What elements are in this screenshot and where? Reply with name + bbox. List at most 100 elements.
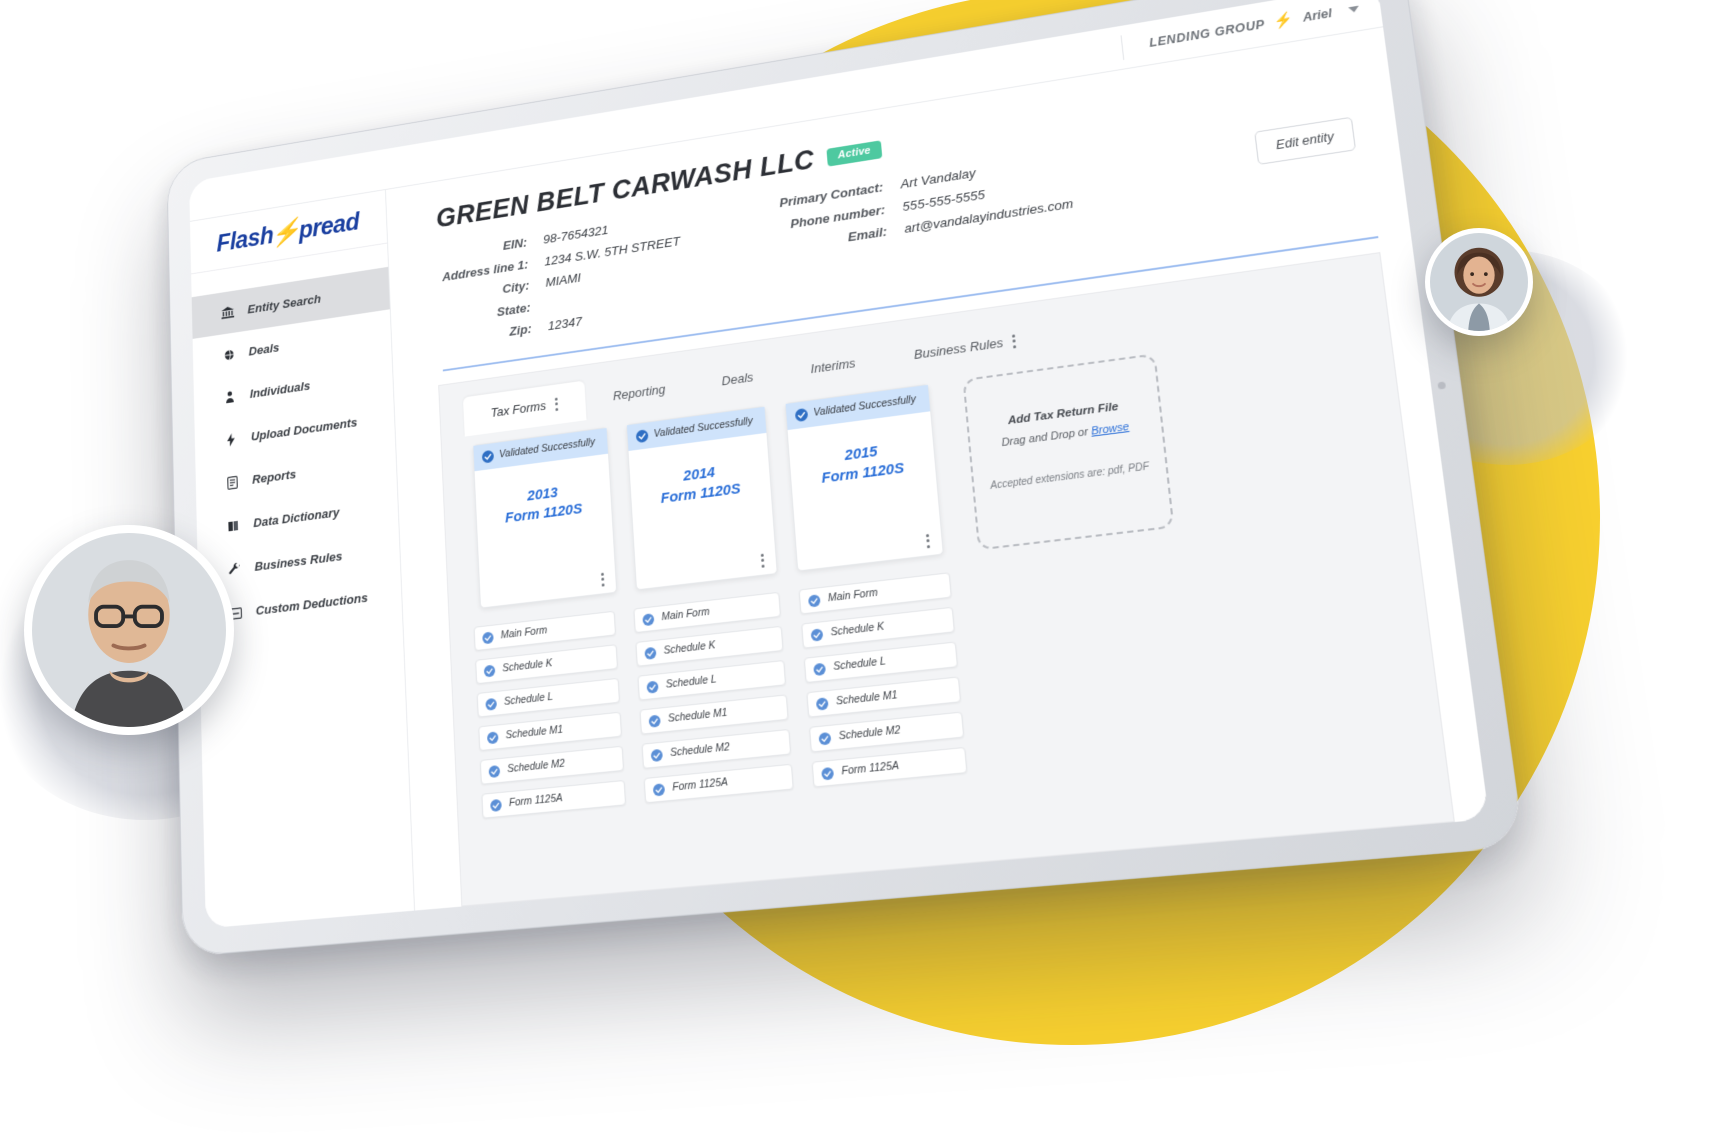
sidebar-item-label: Custom Deductions <box>255 590 369 618</box>
schedule-label: Schedule K <box>663 639 716 658</box>
check-circle-icon <box>481 449 495 464</box>
schedule-label: Schedule K <box>830 620 885 639</box>
schedule-label: Form 1125A <box>672 776 729 794</box>
user-name[interactable]: Ariel <box>1302 6 1333 24</box>
lending-group-label: LENDING GROUP <box>1148 16 1266 50</box>
check-circle-icon <box>488 764 501 778</box>
check-circle-icon <box>485 697 498 711</box>
kebab-menu-icon[interactable] <box>600 572 605 587</box>
logo-text-left: Flash <box>216 221 274 258</box>
check-circle-icon <box>818 731 832 746</box>
schedule-chip[interactable]: Schedule M1 <box>639 694 789 735</box>
check-circle-icon <box>815 696 830 711</box>
schedule-column: Main Form Schedule K Schedule L Schedule… <box>473 610 627 819</box>
avatar-photo-woman <box>1430 233 1528 331</box>
globe-icon <box>221 348 236 361</box>
schedule-label: Schedule M1 <box>835 689 898 708</box>
tax-return-card[interactable]: Validated Successfully 2015 Form 1120S <box>784 383 944 572</box>
file-dropzone[interactable]: Add Tax Return File Drag and Drop or Bro… <box>962 353 1175 551</box>
schedule-chip[interactable]: Schedule M2 <box>641 728 792 769</box>
schedule-chip[interactable]: Form 1125A <box>643 763 794 804</box>
sidebar-item-label: Deals <box>248 340 280 359</box>
dropzone-title: Add Tax Return File <box>1007 400 1119 427</box>
tablet-screen: LENDING GROUP ⚡ Ariel Flash⚡pread Entity… <box>189 0 1490 929</box>
sidebar-item-label: Individuals <box>249 378 311 401</box>
schedule-label: Main Form <box>827 586 879 605</box>
schedule-label: Schedule L <box>503 691 554 709</box>
sidebar: Flash⚡pread Entity Search Deals Individu… <box>189 189 416 929</box>
schedule-chip[interactable]: Form 1125A <box>481 779 627 819</box>
tax-return-card[interactable]: Validated Successfully 2013 Form 1120S <box>472 426 618 609</box>
tab-business-rules[interactable]: Business Rules <box>883 316 1048 379</box>
status-label: Validated Successfully <box>813 393 917 420</box>
check-circle-icon <box>646 679 659 694</box>
schedule-chip[interactable]: Schedule L <box>803 641 958 683</box>
kebab-menu-icon[interactable] <box>925 533 931 549</box>
tax-return-card[interactable]: Validated Successfully 2014 Form 1120S <box>625 405 778 591</box>
schedule-chip[interactable]: Schedule M1 <box>478 711 622 751</box>
check-circle-icon <box>794 407 809 422</box>
schedule-chip[interactable]: Main Form <box>798 572 952 615</box>
schedule-chip[interactable]: Schedule M2 <box>809 711 965 753</box>
avatar <box>1425 228 1533 336</box>
check-circle-icon <box>821 766 835 781</box>
status-badge: Active <box>826 140 882 167</box>
sidebar-item-label: Data Dictionary <box>253 504 340 530</box>
avatar-photo-man <box>32 533 226 727</box>
check-circle-icon <box>652 782 666 797</box>
schedule-label: Form 1125A <box>508 792 563 810</box>
schedule-chip[interactable]: Main Form <box>633 591 781 633</box>
schedule-chip[interactable]: Schedule M2 <box>479 745 624 785</box>
check-circle-icon <box>635 428 649 444</box>
schedule-column: Main Form Schedule K Schedule L Schedule… <box>798 572 968 788</box>
edit-entity-button[interactable]: Edit entity <box>1254 116 1357 165</box>
check-circle-icon <box>644 645 657 660</box>
check-circle-icon <box>813 661 827 676</box>
tablet-bezel: LENDING GROUP ⚡ Ariel Flash⚡pread Entity… <box>166 0 1525 958</box>
bolt-icon <box>224 432 239 447</box>
kebab-menu-icon[interactable] <box>554 397 559 411</box>
kebab-menu-icon[interactable] <box>760 553 765 568</box>
sidebar-item-label: Upload Documents <box>250 415 358 444</box>
person-icon <box>223 389 238 404</box>
screenshot-root: LENDING GROUP ⚡ Ariel Flash⚡pread Entity… <box>0 0 1730 1148</box>
schedule-chip[interactable]: Schedule K <box>635 625 784 667</box>
schedule-chip[interactable]: Schedule K <box>475 643 618 685</box>
schedule-label: Schedule L <box>832 655 887 674</box>
schedule-chip[interactable]: Schedule L <box>637 659 787 701</box>
tab-interims[interactable]: Interims <box>780 339 886 394</box>
sidebar-item-label: Business Rules <box>254 548 343 574</box>
check-circle-icon <box>648 713 661 728</box>
kebab-menu-icon[interactable] <box>1012 334 1017 349</box>
schedule-label: Form 1125A <box>841 759 900 778</box>
sidebar-item-label: Entity Search <box>247 291 322 317</box>
card-form-type: Form 1120S <box>660 480 742 507</box>
tablet-camera-icon <box>1437 381 1447 390</box>
check-circle-icon <box>486 730 500 745</box>
schedule-chip[interactable]: Form 1125A <box>811 746 968 788</box>
check-circle-icon <box>490 798 503 812</box>
chevron-down-icon[interactable] <box>1348 5 1360 13</box>
schedule-label: Schedule K <box>502 657 553 675</box>
sidebar-item-label: Reports <box>251 466 297 487</box>
schedule-chip[interactable]: Schedule K <box>801 606 955 649</box>
tablet-mockup: LENDING GROUP ⚡ Ariel Flash⚡pread Entity… <box>110 0 1525 958</box>
avatar <box>24 525 234 735</box>
tab-label: Business Rules <box>913 335 1004 363</box>
card-form-type: Form 1120S <box>504 500 583 527</box>
schedule-chip[interactable]: Main Form <box>473 610 616 651</box>
dropzone-extensions: Accepted extensions are: pdf, PDF <box>989 461 1150 492</box>
browse-link[interactable]: Browse <box>1091 421 1130 438</box>
book-icon <box>226 519 241 532</box>
check-circle-icon <box>642 612 655 627</box>
wrench-icon <box>227 562 242 576</box>
schedule-label: Schedule M2 <box>507 757 566 776</box>
schedule-chip[interactable]: Schedule M1 <box>806 676 962 718</box>
entity-details-left: EIN: 98-7654321 Address line 1: 1234 S.W… <box>441 210 685 351</box>
tax-return-cards: Validated Successfully 2013 Form 1120S V… <box>442 312 1412 612</box>
schedule-label: Main Form <box>500 624 548 642</box>
schedule-label: Schedule M2 <box>669 741 731 760</box>
logo-text-right: pread <box>298 207 360 244</box>
schedule-chip[interactable]: Schedule L <box>476 677 620 718</box>
schedule-column: Main Form Schedule K Schedule L Schedule… <box>633 591 794 804</box>
